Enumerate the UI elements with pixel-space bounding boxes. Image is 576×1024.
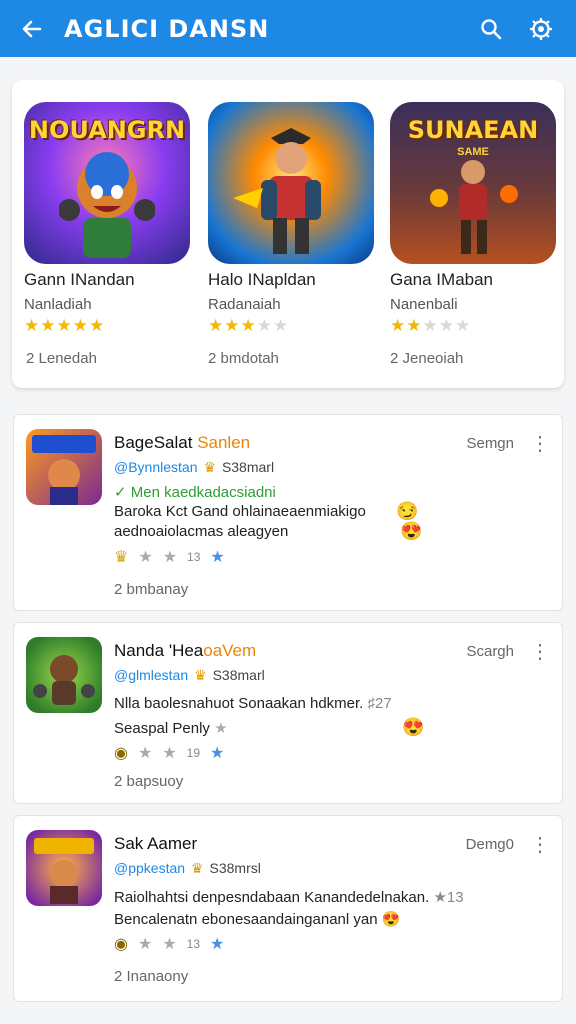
star-icon: ★	[162, 549, 178, 566]
review-card[interactable]: Sak Aamer @ppkestan ♛ S38mrsl Demg0 ⋮ Rai…	[13, 815, 563, 1002]
character-illustration	[430, 160, 518, 254]
star-icon: ★	[210, 936, 225, 953]
coin-icon: ◉	[114, 936, 128, 953]
emoji-icon: 😍	[400, 521, 423, 541]
settings-button[interactable]	[516, 0, 566, 57]
featured-game-card[interactable]: Halo INapldan Radanaiah ★★★★★	[208, 102, 376, 335]
check-icon: ✓	[114, 484, 127, 501]
reviewer-name: BageSalat Sanlen	[114, 433, 251, 452]
review-card[interactable]: Nanda 'HeaoaVem @glmlestan ♛ S38marl Scar…	[13, 622, 563, 804]
featured-game-card[interactable]: NOUANGRN Gann INandan Nanladiah ★★★★★	[24, 102, 192, 335]
game-icon: SUNAEAN SAME	[390, 102, 556, 264]
featured-games-panel: NOUANGRN Gann INandan Nanladiah ★★★★★ 2 …	[12, 80, 564, 388]
star-rating: ★★★★★	[24, 316, 106, 335]
app-bar: AGLICI DANSN	[0, 0, 576, 57]
character-illustration	[59, 152, 155, 258]
featured-game-card[interactable]: SUNAEAN SAME Gana IMaban Nanenbali ★★★★★	[390, 102, 558, 335]
game-thumbnail	[26, 429, 102, 505]
gear-icon	[530, 17, 552, 40]
star-icon: ★	[138, 549, 153, 566]
more-options-icon[interactable]: ⋮	[530, 431, 550, 456]
game-thumbnail	[26, 637, 102, 713]
app-title: AGLICI DANSN	[64, 14, 270, 43]
download-count: 2 Lenedah	[26, 350, 97, 367]
game-thumbnail	[26, 830, 102, 906]
crown-icon: ♛	[203, 459, 217, 475]
star-icon: ★	[210, 745, 225, 762]
star-rating: ★★★★★	[390, 316, 472, 335]
emoji-icon: 😍	[381, 911, 401, 928]
star-icon: ★	[162, 745, 177, 762]
crown-icon: ♛	[191, 860, 204, 876]
character-illustration	[233, 128, 321, 254]
reaction-row: ◉ ★ ★ 13 ★	[114, 936, 225, 953]
game-icon: NOUANGRN	[24, 102, 190, 264]
search-button[interactable]	[466, 0, 516, 57]
download-count: 2 bmdotah	[208, 350, 279, 367]
search-icon	[481, 18, 502, 39]
emoji-icon: 😍	[402, 717, 425, 737]
more-options-icon[interactable]: ⋮	[530, 639, 550, 664]
arrow-left-icon	[22, 20, 42, 37]
review-tag: Semgn	[466, 435, 514, 452]
reviewer-handle[interactable]: @glmlestan ♛ S38marl	[114, 667, 265, 684]
trophy-icon: ♛	[114, 549, 129, 566]
coin-icon: ◉	[114, 745, 128, 762]
game-icon	[208, 102, 374, 264]
star-icon: ★	[137, 745, 153, 762]
star-icon: ★	[137, 936, 153, 953]
star-icon: ★	[214, 720, 228, 737]
reaction-row: ◉ ★ ★ 19 ★	[114, 745, 225, 762]
reviewer-name: Sak Aamer	[114, 834, 198, 853]
back-button[interactable]	[0, 0, 64, 57]
star-icon: ★	[210, 549, 225, 566]
reviewer-name: Nanda 'HeaoaVem	[114, 641, 257, 660]
crown-icon: ♛	[194, 667, 207, 683]
reaction-row: ♛ ★ ★ 13 ★	[114, 549, 225, 566]
star-icon: ★	[162, 936, 177, 953]
more-options-icon[interactable]: ⋮	[530, 832, 550, 857]
review-tag: Scargh	[466, 643, 514, 660]
review-card[interactable]: BageSalat Sanlen @Bynnlestan ♛ S38marl Se…	[13, 414, 563, 611]
download-count: 2 Jeneoiah	[390, 350, 464, 367]
review-tag: Demg0	[465, 836, 514, 853]
star-rating: ★★★★★	[208, 316, 290, 335]
reviewer-handle[interactable]: @ppkestan ♛ S38mrsl	[114, 860, 261, 877]
emoji-icon: 😏	[396, 501, 419, 521]
reviewer-handle[interactable]: @Bynnlestan ♛ S38marl	[114, 459, 274, 476]
